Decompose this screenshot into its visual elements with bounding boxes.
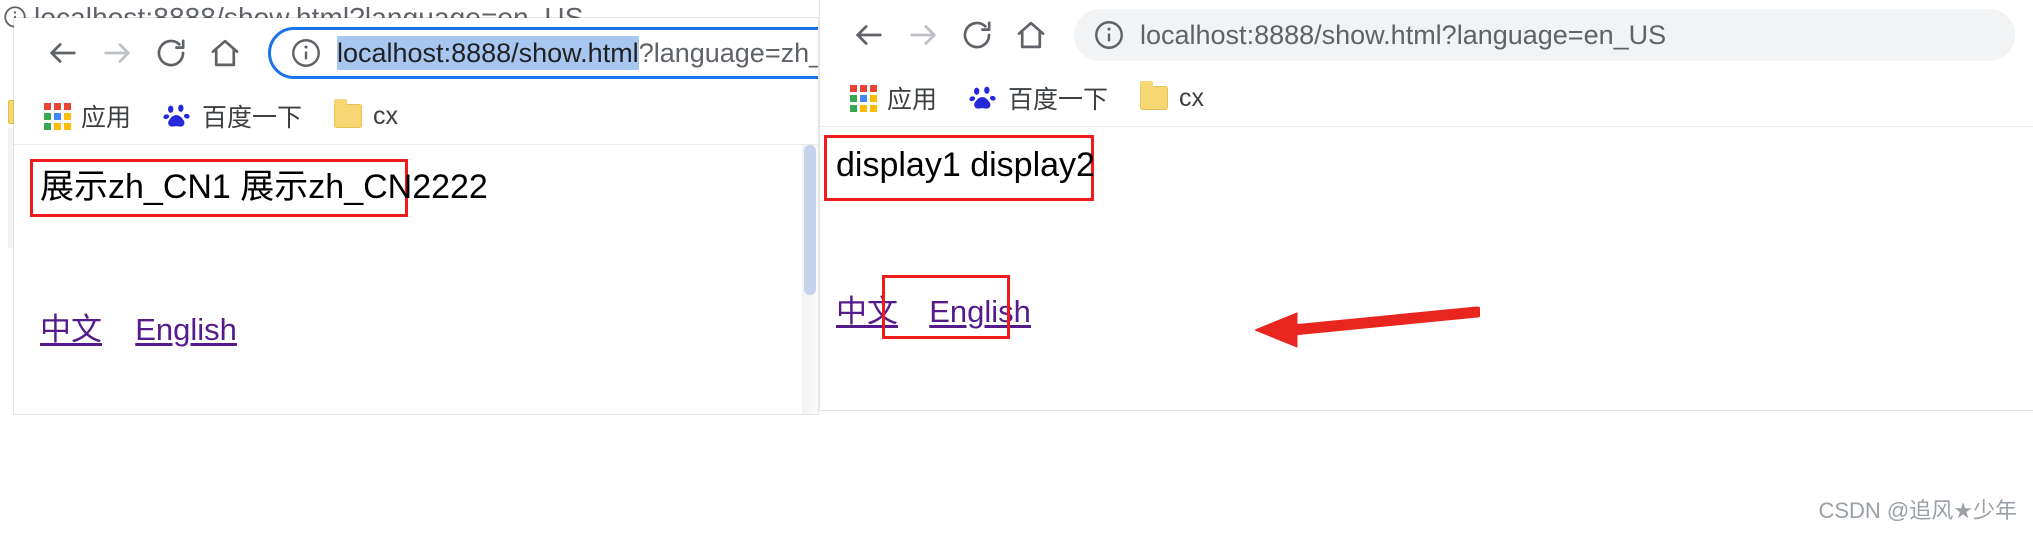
bookmark-apps-label: 应用 — [887, 86, 938, 114]
right-url-text[interactable]: localhost:8888/show.html?language=en_US — [1140, 18, 1666, 52]
bookmark-cx[interactable]: cx — [330, 98, 412, 135]
left-bookmarks-bar: 应用 百度一下 cx — [14, 88, 818, 145]
right-toolbar: localhost:8888/show.html?language=en_US — [820, 0, 2033, 70]
baidu-icon — [163, 102, 191, 130]
right-bookmarks-bar: 应用 百度一下 cx — [820, 70, 2033, 127]
bookmark-cx[interactable]: cx — [1136, 80, 1218, 117]
folder-icon — [1140, 81, 1169, 110]
left-omnibox[interactable]: localhost:8888/show.html?language=zh_CN — [268, 27, 818, 79]
left-page-viewport: 展示zh_CN1 展示zh_CN2222 中文 English — [14, 145, 818, 414]
right-page-content-text: display1 display2 — [836, 146, 1095, 184]
folder-icon — [334, 99, 363, 128]
home-icon[interactable] — [198, 26, 252, 80]
left-toolbar: localhost:8888/show.html?language=zh_CN — [14, 18, 818, 88]
reload-icon[interactable] — [144, 26, 198, 80]
reload-icon[interactable] — [950, 8, 1004, 62]
bookmark-baidu[interactable]: 百度一下 — [159, 94, 316, 138]
apps-grid-icon — [850, 85, 877, 112]
bookmark-apps[interactable]: 应用 — [40, 94, 145, 138]
left-page-content-text: 展示zh_CN1 展示zh_CN2222 — [40, 168, 488, 206]
right-omnibox[interactable]: localhost:8888/show.html?language=en_US — [1074, 9, 2015, 61]
info-circle-icon[interactable] — [289, 36, 323, 70]
left-url-text[interactable]: localhost:8888/show.html?language=zh_CN — [337, 36, 818, 70]
baidu-icon — [969, 84, 997, 112]
bookmark-baidu[interactable]: 百度一下 — [965, 76, 1122, 120]
apps-grid-icon — [44, 103, 71, 130]
left-vertical-scrollbar[interactable] — [802, 145, 818, 414]
right-browser-window[interactable]: localhost:8888/show.html?language=en_US … — [820, 0, 2033, 410]
bookmark-baidu-label: 百度一下 — [1008, 86, 1109, 114]
bookmark-cx-label: cx — [373, 101, 399, 130]
left-scrollbar-thumb[interactable] — [804, 145, 816, 295]
back-arrow-icon[interactable] — [842, 8, 896, 62]
right-nav-buttons — [820, 8, 1058, 62]
watermark-text: CSDN @追风★少年 — [1818, 498, 2017, 523]
right-page-viewport: display1 display2 中文 English — [820, 127, 2033, 410]
left-link-chinese[interactable]: 中文 — [40, 312, 102, 347]
right-english-link-highlight-box — [882, 275, 1010, 339]
left-browser-window[interactable]: localhost:8888/show.html?language=zh_CN … — [14, 18, 818, 414]
bookmark-cx-label: cx — [1179, 83, 1205, 112]
forward-arrow-icon[interactable] — [90, 26, 144, 80]
bookmark-apps[interactable]: 应用 — [846, 76, 951, 120]
home-icon[interactable] — [1004, 8, 1058, 62]
left-language-links: 中文 English — [40, 311, 237, 349]
back-arrow-icon[interactable] — [36, 26, 90, 80]
left-url-selected: localhost:8888/show.html — [337, 36, 639, 70]
left-url-rest: ?language=zh_CN — [638, 38, 818, 68]
left-nav-buttons — [14, 26, 252, 80]
left-link-english[interactable]: English — [135, 312, 237, 347]
bookmark-apps-label: 应用 — [81, 104, 132, 132]
info-circle-icon[interactable] — [1092, 18, 1126, 52]
forward-arrow-icon[interactable] — [896, 8, 950, 62]
bookmark-baidu-label: 百度一下 — [202, 104, 303, 132]
